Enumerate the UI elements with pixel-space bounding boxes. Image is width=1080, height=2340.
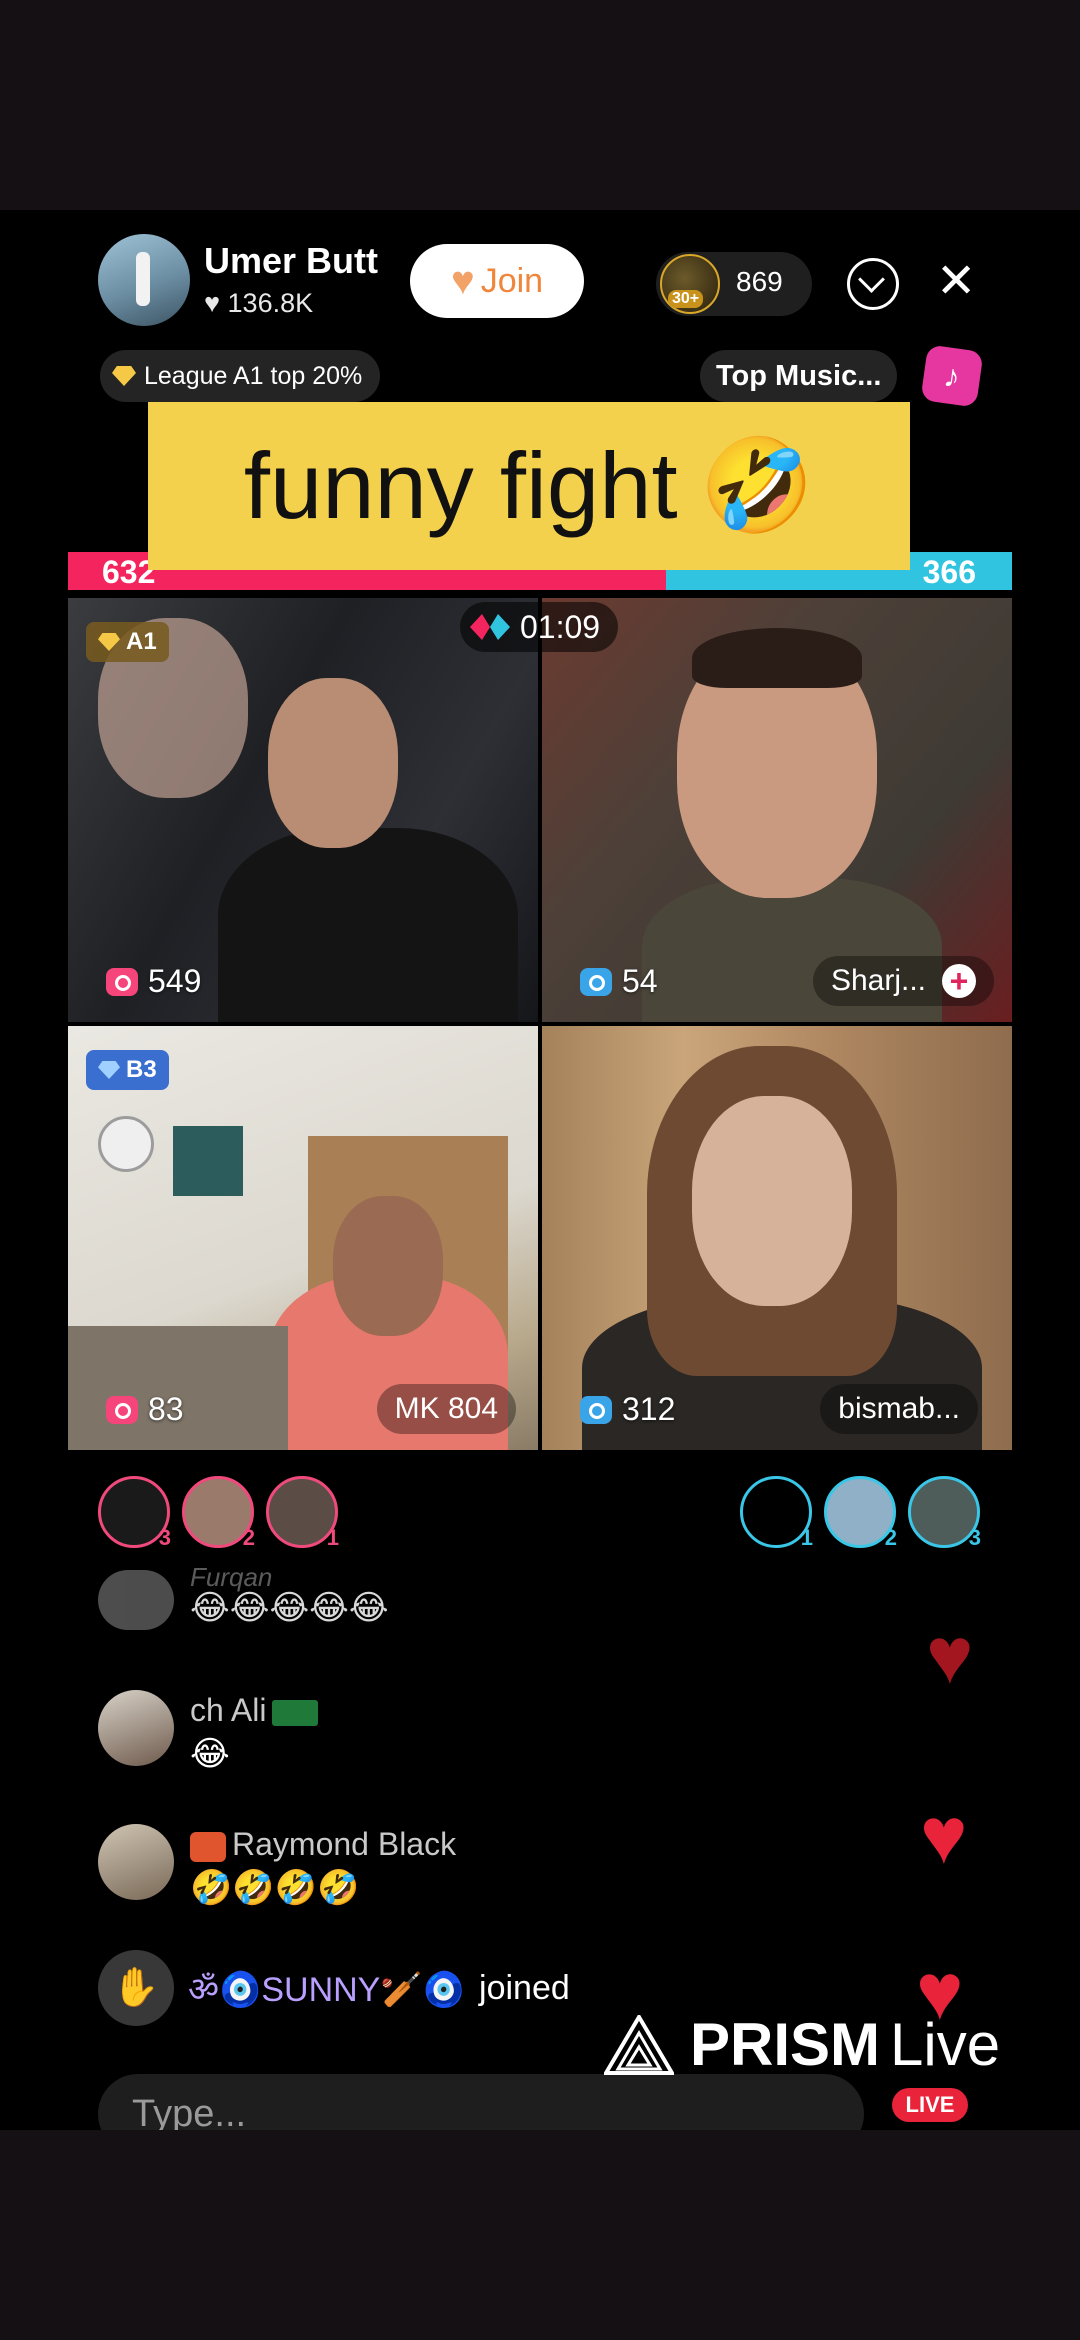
join-label: Join	[480, 261, 544, 300]
viewer-count: 869	[736, 266, 783, 297]
caption-overlay: funny fight 🤣	[148, 402, 910, 570]
diamond-icon	[98, 1061, 120, 1079]
chat-avatar[interactable]	[98, 1824, 174, 1900]
flag-icon	[272, 1699, 319, 1726]
level-badge-icon	[190, 1831, 226, 1862]
league-badge[interactable]: League A1 top 20%	[100, 350, 381, 402]
watermark-suffix: Live	[890, 2011, 1001, 2078]
wave-hand-icon: ✋	[98, 1950, 174, 2026]
diamond-icon	[112, 366, 136, 386]
close-icon[interactable]: ✕	[936, 258, 976, 306]
host-name: Umer Butt	[204, 240, 379, 281]
participant-name-text: Sharj...	[830, 964, 926, 997]
chevron-down-icon[interactable]	[847, 258, 899, 310]
tile-score-value: 549	[148, 963, 202, 999]
rank-number: 3	[158, 1525, 171, 1550]
video-tile-2[interactable]: 54 Sharj... +	[542, 598, 1012, 1022]
prism-live-watermark: PRISM Live	[604, 2010, 1000, 2079]
watermark-brand: PRISM	[690, 2011, 881, 2078]
prism-logo-icon	[604, 2014, 674, 2075]
viewer-badge: 30+	[668, 290, 704, 308]
right-rank-avatar[interactable]: 3	[908, 1476, 981, 1550]
camera-icon	[580, 1395, 612, 1424]
join-button[interactable]: ♥ Join	[410, 244, 584, 318]
league-text: League A1 top 20%	[144, 361, 363, 390]
host-likes: ♥ 136.8K	[204, 288, 314, 318]
letterbox-top	[0, 0, 1080, 210]
comment-input[interactable]	[98, 2074, 864, 2130]
caption-text: funny fight	[243, 433, 678, 538]
tile-score-value: 83	[148, 1391, 184, 1427]
floating-heart-icon: ♥	[920, 1791, 968, 1880]
battle-timer: 01:09	[460, 602, 619, 652]
right-score: 366	[922, 554, 976, 590]
heart-plus-icon: ♥	[450, 258, 475, 303]
chat-text: 🤣🤣🤣🤣	[190, 1869, 360, 1907]
rank-number: 1	[326, 1525, 339, 1550]
video-grid: A1 549 54 Sharj... + B3 83 MK 804 312 bi…	[68, 598, 1012, 1450]
caption-emoji: 🤣	[699, 434, 815, 537]
top-music-label: Top Music...	[716, 359, 882, 392]
tile-score-value: 312	[622, 1391, 676, 1427]
right-rank-avatar[interactable]: 2	[824, 1476, 897, 1550]
live-stream-screen: Umer Butt ♥ 136.8K ♥ Join 30+ 869 ✕ Leag…	[0, 210, 1080, 2130]
chat-username-text: ch Ali	[190, 1692, 267, 1728]
tile-score: 549	[106, 963, 201, 1000]
participant-name-text: MK 804	[394, 1392, 498, 1425]
chat-text: 😂😂😂😂😂	[190, 1589, 389, 1627]
participant-name[interactable]: Sharj... +	[812, 956, 994, 1006]
chat-text: 😂	[190, 1735, 230, 1773]
rank-number: 2	[884, 1525, 897, 1550]
tile-score: 83	[106, 1391, 184, 1428]
floating-heart-icon: ♥	[926, 1611, 974, 1700]
diamond-icon	[98, 633, 120, 651]
chat-avatar[interactable]	[98, 1570, 174, 1630]
left-rank-avatar[interactable]: 3	[98, 1476, 171, 1550]
left-rank-avatar[interactable]: 1	[266, 1476, 339, 1550]
camera-icon	[580, 967, 612, 996]
league-badge-a1: A1	[86, 622, 169, 662]
league-badge-b3: B3	[86, 1050, 169, 1090]
chat-avatar[interactable]	[98, 1690, 174, 1766]
joined-label: joined	[479, 1968, 570, 2007]
tile-score: 312	[580, 1391, 675, 1428]
join-notification: ✋ ॐ🧿SUNNY🏏🧿 joined	[98, 1950, 570, 2026]
video-tile-4[interactable]: 312 bismab...	[542, 1026, 1012, 1450]
battle-icon	[470, 614, 510, 640]
top-music-button[interactable]: Top Music...	[700, 350, 898, 402]
tile-badge-text: B3	[126, 1056, 157, 1083]
video-tile-3[interactable]: B3 83 MK 804	[68, 1026, 538, 1450]
chat-username: ch Ali	[190, 1692, 319, 1729]
rank-number: 2	[242, 1525, 255, 1550]
music-note-icon[interactable]: ♪	[920, 344, 984, 408]
video-tile-1[interactable]: A1 549	[68, 598, 538, 1022]
letterbox-bottom	[0, 2130, 1080, 2340]
tile-badge-text: A1	[126, 628, 157, 655]
tile-score-value: 54	[622, 963, 658, 999]
left-rank-avatar[interactable]: 2	[182, 1476, 255, 1550]
chat-username: Raymond Black	[190, 1826, 456, 1863]
viewer-count-pill[interactable]: 30+ 869	[656, 252, 812, 316]
participant-name[interactable]: MK 804	[376, 1384, 516, 1434]
camera-icon	[106, 967, 138, 996]
battle-timer-value: 01:09	[520, 608, 601, 645]
rank-number: 3	[968, 1525, 981, 1550]
camera-icon	[106, 1395, 138, 1424]
follow-plus-icon[interactable]: +	[942, 964, 976, 998]
live-badge: LIVE	[892, 2088, 968, 2122]
rank-number: 1	[800, 1525, 813, 1550]
participant-name[interactable]: bismab...	[820, 1384, 978, 1434]
host-avatar[interactable]	[98, 234, 190, 326]
participant-name-text: bismab...	[838, 1392, 960, 1425]
tile-score: 54	[580, 963, 658, 1000]
chat-username-text: Raymond Black	[232, 1826, 457, 1862]
right-rank-avatar[interactable]: 1	[740, 1476, 813, 1550]
joined-username: ॐ🧿SUNNY🏏🧿	[188, 1971, 466, 2009]
